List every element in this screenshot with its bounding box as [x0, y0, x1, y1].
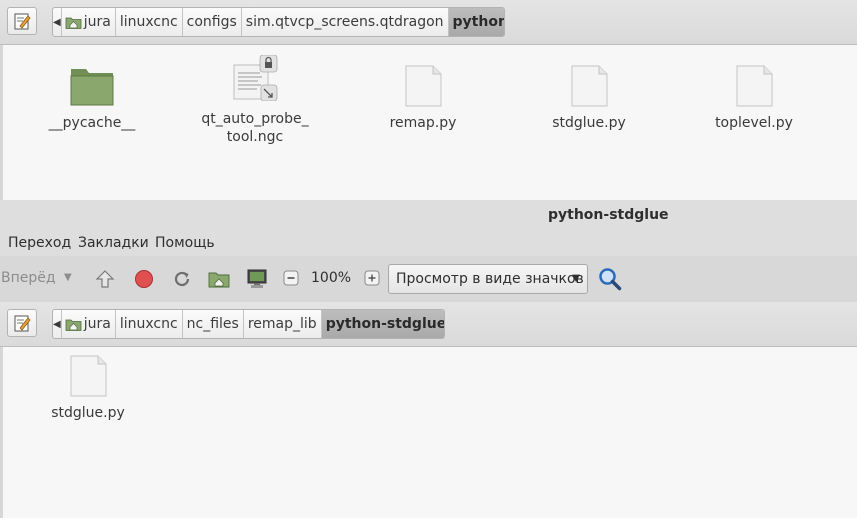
breadcrumb-home[interactable]: jura: [60, 310, 115, 338]
breadcrumb-label: remap_lib: [247, 316, 317, 332]
breadcrumb-scroll-left-icon[interactable]: ◀: [53, 310, 61, 338]
file-name: toplevel.py: [715, 115, 793, 131]
bottom-location-bar: ◀ jura linuxcnc nc_files remap_lib pytho…: [0, 302, 857, 347]
forward-label: Вперёд: [1, 270, 56, 286]
file-name: stdglue.py: [51, 405, 125, 421]
toolbar: Вперёд ▼ 100% Просмотр в виде значков ▼: [0, 256, 857, 303]
breadcrumb-linuxcnc[interactable]: linuxcnc: [114, 310, 182, 338]
file-name: qt_auto_probe_: [201, 111, 309, 127]
file-item[interactable]: remap.py: [348, 65, 498, 132]
bottom-breadcrumb: ◀ jura linuxcnc nc_files remap_lib pytho…: [52, 309, 445, 339]
chevron-down-icon: ▼: [572, 273, 580, 284]
edit-icon: [14, 13, 31, 30]
breadcrumb-python-stdglue[interactable]: python-stdglue: [320, 310, 445, 338]
file-icon: [571, 65, 607, 107]
file-name: __pycache__: [48, 115, 136, 131]
forward-button[interactable]: Вперёд: [1, 270, 56, 286]
breadcrumb-label: jura: [83, 316, 111, 332]
file-item[interactable]: qt_auto_probe_ tool.ngc: [180, 54, 330, 146]
window-titlebar[interactable]: python-stdglue: [0, 200, 857, 230]
file-icon: [70, 355, 106, 397]
bottom-edit-location-button[interactable]: [7, 309, 37, 337]
file-icon: [736, 65, 772, 107]
breadcrumb-label: nc_files: [186, 316, 239, 332]
computer-icon[interactable]: [246, 268, 268, 290]
forward-dropdown-icon[interactable]: ▼: [64, 272, 72, 283]
breadcrumb-scroll-left-icon[interactable]: ◀: [53, 8, 61, 36]
menu-help[interactable]: Помощь: [155, 235, 215, 251]
breadcrumb-nc-files[interactable]: nc_files: [181, 310, 243, 338]
file-icon: [405, 65, 441, 107]
breadcrumb-label: jura: [83, 14, 111, 30]
home-folder-icon: [65, 17, 82, 29]
file-name: stdglue.py: [552, 115, 626, 131]
breadcrumb-configs[interactable]: configs: [181, 8, 241, 36]
menu-go[interactable]: Переход: [8, 235, 71, 251]
top-edit-location-button[interactable]: [7, 7, 37, 35]
breadcrumb-label: linuxcnc: [119, 316, 178, 332]
file-item[interactable]: stdglue.py: [514, 65, 664, 132]
file-item[interactable]: __pycache__: [17, 65, 167, 132]
text-file-icon: [233, 54, 278, 102]
zoom-level: 100%: [311, 270, 352, 286]
reload-icon[interactable]: [171, 268, 193, 290]
breadcrumb-label: python: [452, 14, 505, 30]
breadcrumb-label: linuxcnc: [119, 14, 178, 30]
file-name: remap.py: [389, 115, 457, 131]
folder-icon: [70, 69, 114, 106]
breadcrumb-label: configs: [186, 14, 237, 30]
top-breadcrumb: ◀ jura linuxcnc configs sim.qtvcp_screen…: [52, 7, 505, 37]
stop-icon[interactable]: [133, 268, 155, 290]
zoom-out-icon[interactable]: [283, 270, 299, 286]
home-folder-icon: [65, 319, 82, 331]
top-location-bar: ◀ jura linuxcnc configs sim.qtvcp_screen…: [0, 0, 857, 45]
bottom-file-view[interactable]: stdglue.py: [3, 347, 857, 518]
breadcrumb-qtdragon[interactable]: sim.qtvcp_screens.qtdragon: [240, 8, 448, 36]
breadcrumb-linuxcnc[interactable]: linuxcnc: [114, 8, 182, 36]
zoom-in-icon[interactable]: [364, 270, 380, 286]
search-icon[interactable]: [598, 267, 622, 291]
up-arrow-icon[interactable]: [94, 268, 116, 290]
menu-bar: Переход Закладки Помощь: [0, 230, 857, 256]
breadcrumb-home[interactable]: jura: [60, 8, 115, 36]
menu-bookmarks[interactable]: Закладки: [78, 235, 149, 251]
home-folder-icon[interactable]: [208, 268, 230, 290]
breadcrumb-remap-lib[interactable]: remap_lib: [242, 310, 321, 338]
breadcrumb-label: sim.qtvcp_screens.qtdragon: [245, 14, 444, 30]
file-item[interactable]: stdglue.py: [13, 355, 163, 422]
view-mode-select[interactable]: Просмотр в виде значков ▼: [388, 264, 588, 294]
window-title: python-stdglue: [548, 207, 669, 223]
file-name-continued: tool.ngc: [226, 129, 284, 145]
top-file-view[interactable]: __pycache__ qt_auto_probe_ tool.ngc rema…: [3, 45, 857, 200]
breadcrumb-label: python-stdglue: [325, 316, 445, 332]
file-item[interactable]: toplevel.py: [679, 65, 829, 132]
breadcrumb-python[interactable]: python: [447, 8, 505, 36]
edit-icon: [14, 315, 31, 332]
view-mode-label: Просмотр в виде значков: [396, 271, 584, 287]
